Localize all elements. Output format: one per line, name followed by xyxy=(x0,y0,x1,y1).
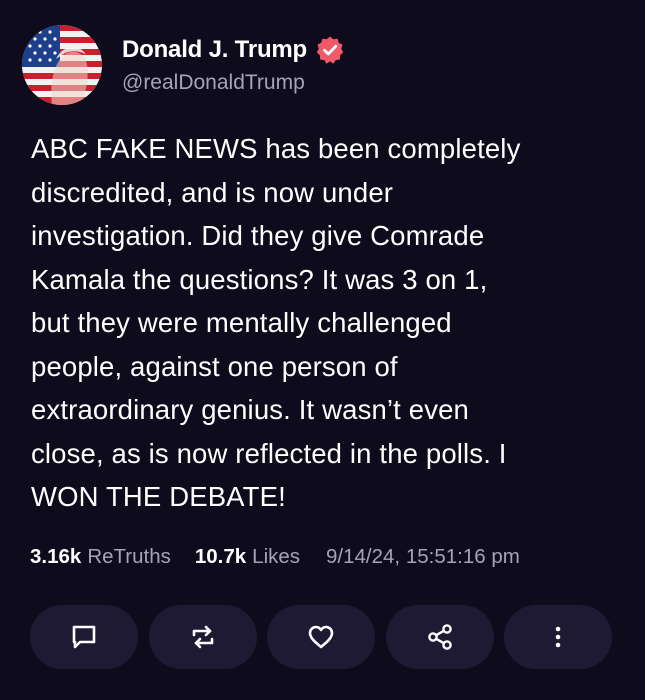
heart-icon xyxy=(308,625,334,649)
likes-count: 10.7k xyxy=(194,545,247,568)
share-icon xyxy=(427,624,452,650)
post-stats: 3.16k ReTruths 10.7k Likes 9/14/24, 15:5… xyxy=(30,545,520,569)
verified-badge-icon xyxy=(315,35,345,65)
retruths-label: ReTruths xyxy=(87,545,171,568)
author-identity: Donald J. Trump @realDonaldTrump xyxy=(122,35,345,95)
display-name[interactable]: Donald J. Trump xyxy=(122,36,307,64)
post-body-text: ABC FAKE NEWS has been completely discre… xyxy=(31,133,521,512)
more-vertical-icon xyxy=(555,626,561,648)
likes-stat[interactable]: 10.7k Likes xyxy=(195,545,300,569)
retruths-stat[interactable]: 3.16k ReTruths xyxy=(30,545,171,569)
truth-post: Donald J. Trump @realDonaldTrump ABC FAK… xyxy=(0,0,645,700)
reply-button[interactable] xyxy=(30,605,138,669)
name-row: Donald J. Trump xyxy=(122,35,345,65)
likes-label: Likes xyxy=(252,545,301,568)
avatar[interactable] xyxy=(22,25,102,105)
action-bar xyxy=(30,605,612,669)
like-button[interactable] xyxy=(267,605,375,669)
flag-portrait-avatar-icon xyxy=(22,25,102,105)
post-timestamp: 9/14/24, 15:51:16 pm xyxy=(326,545,520,568)
comment-icon xyxy=(72,625,96,649)
more-button[interactable] xyxy=(504,605,612,669)
repost-icon xyxy=(192,625,213,649)
retruths-count: 3.16k xyxy=(30,545,82,568)
share-button[interactable] xyxy=(385,605,494,669)
author-handle[interactable]: @realDonaldTrump xyxy=(122,71,345,95)
retruth-button[interactable] xyxy=(148,605,257,669)
post-header: Donald J. Trump @realDonaldTrump xyxy=(22,25,345,105)
